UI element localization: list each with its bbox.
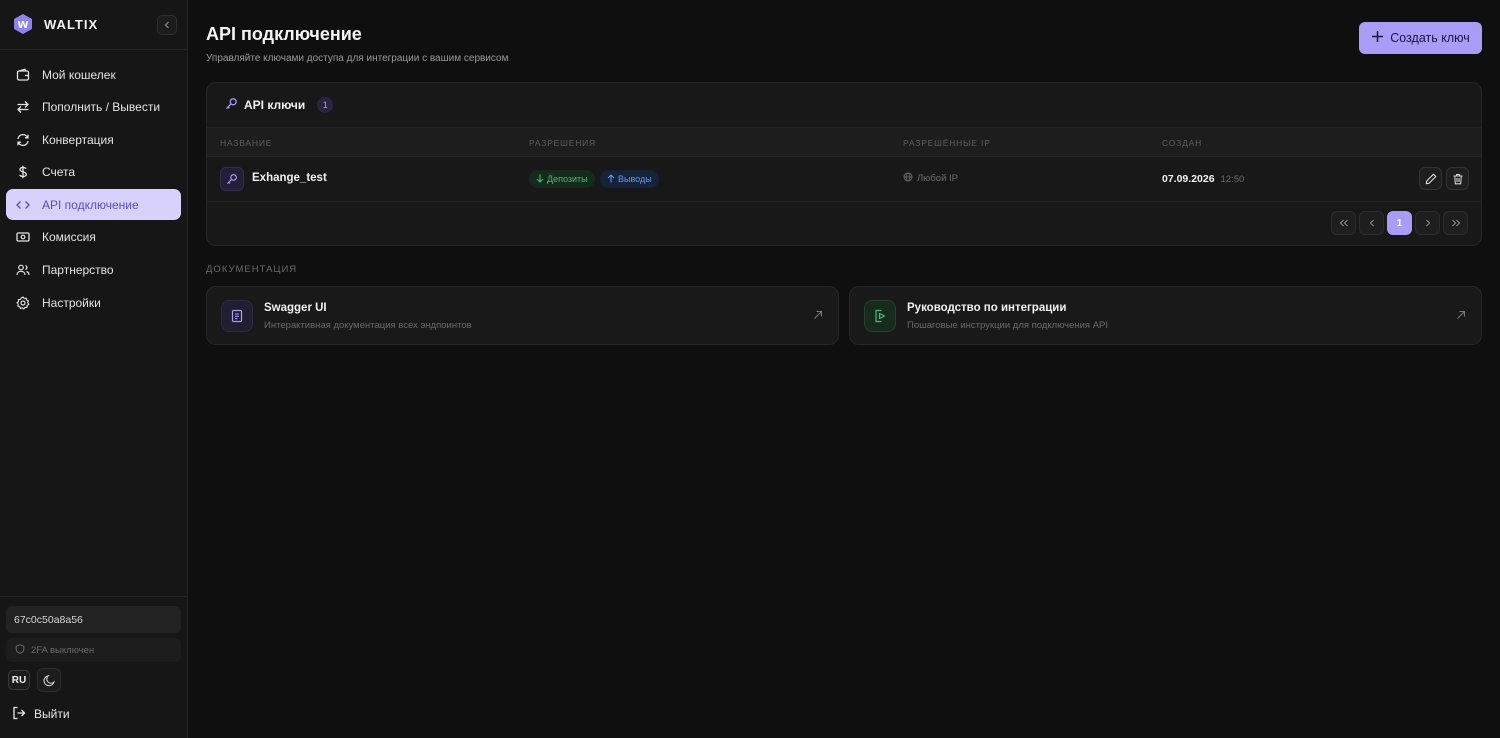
- trash-icon: [1453, 173, 1462, 184]
- chevron-left-icon: [164, 21, 169, 29]
- nav-label: Конвертация: [42, 132, 114, 147]
- keys-count-badge: 1: [317, 97, 334, 113]
- svg-text:W: W: [17, 20, 28, 31]
- api-keys-title: API ключи: [244, 98, 306, 112]
- doc-card-integration-guide[interactable]: Руководство по интеграции Пошаговые инст…: [849, 286, 1482, 345]
- divider: [0, 49, 188, 50]
- create-key-label: Создать ключ: [1390, 31, 1470, 45]
- page-subtitle: Управляйте ключами доступа для интеграци…: [206, 53, 509, 64]
- twofa-status[interactable]: 2FA выключен: [6, 638, 181, 662]
- external-link-arrow-icon: [1455, 309, 1467, 321]
- nav-label: API подключение: [42, 197, 139, 212]
- edit-key-button[interactable]: [1419, 167, 1442, 190]
- allowed-ip: Любой IP: [903, 172, 958, 185]
- permission-label: Выводы: [618, 174, 652, 184]
- nav-item-deposit-withdraw[interactable]: Пополнить / Вывести: [6, 92, 181, 123]
- create-key-button[interactable]: Создать ключ: [1359, 22, 1482, 54]
- delete-key-button[interactable]: [1446, 167, 1469, 190]
- divider: [0, 596, 188, 597]
- key-icon: [225, 97, 238, 113]
- gear-icon: [15, 295, 31, 311]
- globe-icon: [903, 172, 913, 185]
- chevron-right-icon: [1425, 219, 1430, 227]
- pagination: 1: [207, 211, 1481, 235]
- nav-label: Комиссия: [42, 230, 96, 245]
- column-header-allowed-ip: Разрешённые IP: [903, 138, 991, 148]
- shield-icon: [15, 643, 25, 657]
- chevrons-left-icon: [1339, 219, 1348, 227]
- play-file-icon: [864, 300, 896, 332]
- permission-badge-deposits: Депозиты: [529, 170, 595, 188]
- doc-subtitle: Интерактивная документация всех эндпоинт…: [264, 320, 472, 331]
- nav-item-commission[interactable]: Комиссия: [6, 222, 181, 253]
- created-date: 07.09.2026: [1162, 173, 1215, 185]
- nav-item-settings[interactable]: Настройки: [6, 287, 181, 318]
- pencil-icon: [1425, 173, 1436, 184]
- nav-label: Счета: [42, 165, 76, 180]
- collapse-sidebar-button[interactable]: [157, 15, 177, 35]
- wallet-icon: [15, 67, 31, 83]
- doc-title: Swagger UI: [264, 302, 327, 314]
- key-name: Exhange_test: [252, 172, 327, 184]
- nav-label: Пополнить / Вывести: [42, 100, 161, 115]
- arrow-down-icon: [536, 174, 544, 185]
- waltix-logo-icon: W: [12, 13, 34, 35]
- prev-page-button[interactable]: [1359, 211, 1384, 235]
- last-page-button[interactable]: [1443, 211, 1468, 235]
- nav-item-accounts[interactable]: Счета: [6, 157, 181, 188]
- key-icon: [220, 167, 244, 191]
- brand-name: WALTIX: [44, 16, 99, 32]
- nav-item-api[interactable]: API подключение: [6, 189, 181, 221]
- column-header-name: Название: [220, 138, 273, 148]
- logout-icon: [12, 706, 26, 723]
- nav-label: Настройки: [42, 295, 101, 310]
- column-header-created: Создан: [1162, 138, 1203, 148]
- nav-item-partnership[interactable]: Партнерство: [6, 255, 181, 286]
- permission-label: Депозиты: [547, 174, 588, 184]
- created-at: 07.09.2026 12:50: [1162, 173, 1244, 185]
- doc-card-swagger[interactable]: Swagger UI Интерактивная документация вс…: [206, 286, 839, 345]
- column-header-permissions: Разрешения: [529, 138, 596, 148]
- users-icon: [15, 262, 31, 278]
- logout-button[interactable]: Выйти: [12, 704, 70, 724]
- sidebar-nav: Мой кошелек Пополнить / Вывести Конверта…: [6, 59, 181, 320]
- arrow-up-icon: [607, 173, 615, 185]
- table-header: Название Разрешения Разрешённые IP Созда…: [207, 127, 1481, 157]
- chevron-left-icon: [1369, 219, 1374, 227]
- api-keys-card: API ключи 1 Название Разрешения Разрешён…: [206, 82, 1482, 246]
- theme-toggle-button[interactable]: [37, 668, 61, 692]
- table-row[interactable]: Exhange_test Депозиты Выводы Любой IP 07…: [207, 157, 1481, 202]
- allowed-ip-label: Любой IP: [917, 173, 959, 184]
- first-page-button[interactable]: [1331, 211, 1356, 235]
- permission-badge-withdrawals: Выводы: [600, 170, 659, 188]
- docs-section-label: ДОКУМЕНТАЦИЯ: [206, 264, 298, 275]
- api-keys-header: API ключи 1: [225, 97, 334, 113]
- language-button[interactable]: RU: [8, 670, 30, 690]
- account-id[interactable]: 67c0c50a8a56: [6, 606, 181, 633]
- dollar-icon: [15, 164, 31, 180]
- sidebar: W WALTIX Мой кошелек Пополнить / Вывести…: [0, 0, 188, 738]
- created-time: 12:50: [1220, 174, 1245, 185]
- page-title: API подключение: [206, 24, 362, 44]
- banknote-icon: [15, 229, 31, 245]
- refresh-icon: [15, 132, 31, 148]
- nav-label: Партнерство: [42, 263, 114, 278]
- plus-icon: [1371, 30, 1384, 46]
- code-icon: [15, 197, 31, 213]
- nav-label: Мой кошелек: [42, 67, 116, 82]
- moon-icon: [42, 674, 55, 686]
- twofa-label: 2FA выключен: [31, 644, 95, 656]
- logout-label: Выйти: [34, 707, 70, 721]
- nav-item-wallet[interactable]: Мой кошелек: [6, 59, 181, 90]
- transfer-arrows-icon: [15, 99, 31, 115]
- doc-title: Руководство по интеграции: [907, 302, 1067, 314]
- document-icon: [221, 300, 253, 332]
- external-link-arrow-icon: [812, 309, 824, 321]
- brand[interactable]: W WALTIX: [12, 12, 98, 36]
- nav-item-conversion[interactable]: Конвертация: [6, 124, 181, 155]
- page-button-current[interactable]: 1: [1387, 211, 1412, 235]
- doc-subtitle: Пошаговые инструкции для подключения API: [907, 320, 1109, 331]
- next-page-button[interactable]: [1415, 211, 1440, 235]
- chevrons-right-icon: [1451, 219, 1460, 227]
